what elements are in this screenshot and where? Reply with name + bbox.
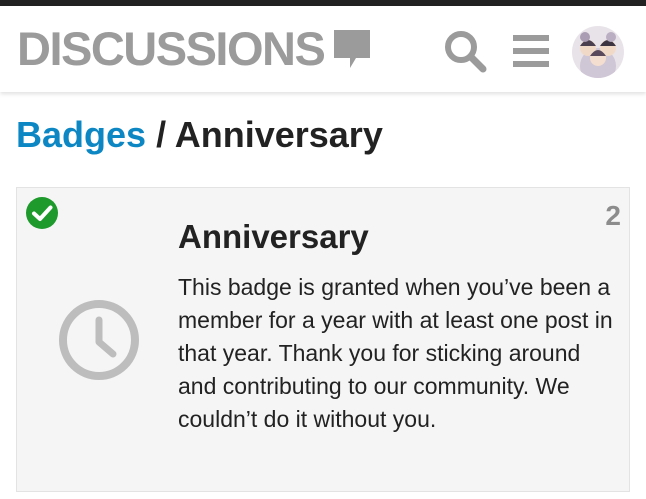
menu-button[interactable] bbox=[511, 32, 551, 70]
search-button[interactable] bbox=[442, 28, 488, 74]
badge-card: 2 Anniversary This badge is granted when… bbox=[16, 187, 630, 492]
site-logo[interactable]: DISCUSSIONS bbox=[17, 24, 372, 74]
speech-bubble-icon bbox=[334, 30, 371, 68]
badge-granted-count[interactable]: 2 bbox=[605, 200, 621, 232]
breadcrumb-separator: / bbox=[156, 114, 175, 155]
search-icon bbox=[445, 31, 487, 73]
clock-icon bbox=[59, 300, 139, 380]
avatar-image bbox=[572, 26, 624, 78]
site-header: DISCUSSIONS bbox=[0, 6, 646, 92]
hamburger-menu-icon bbox=[513, 35, 549, 67]
logo-text: DISCUSSIONS bbox=[17, 22, 326, 75]
user-avatar[interactable] bbox=[572, 26, 624, 78]
badge-description: This badge is granted when you’ve been a… bbox=[178, 274, 613, 432]
breadcrumb-badges-link[interactable]: Badges bbox=[16, 114, 146, 155]
breadcrumb: Badges / Anniversary bbox=[16, 110, 383, 160]
badge-title: Anniversary bbox=[178, 218, 369, 255]
breadcrumb-current: Anniversary bbox=[174, 114, 383, 155]
check-circle-icon bbox=[26, 197, 58, 229]
